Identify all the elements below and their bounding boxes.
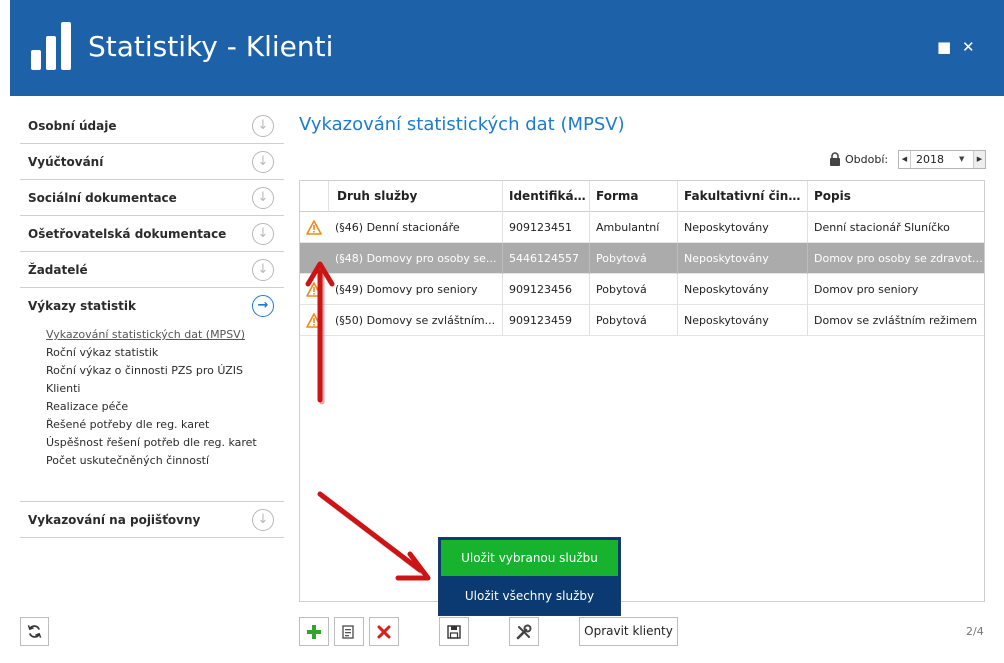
sidebar-item-zadatele[interactable]: Žadatelé ↓ [20,252,284,288]
period-value: 2018 [916,153,944,166]
page-title: Vykazování statistických dat (MPSV) [299,114,625,135]
table-header-row: Druh služby Identifikátor Forma Fakultat… [300,181,984,212]
sidebar-item-vykazovani-pojistovny[interactable]: Vykazování na pojišťovny ↓ [20,502,284,538]
plus-icon [307,625,321,639]
cell-identifikator: 909123459 [503,305,590,336]
chevron-down-icon[interactable]: ▼ [959,155,964,163]
sidebar-item-label: Ošetřovatelská dokumentace [28,227,227,241]
cell-popis: Domov se zvláštním režimem [814,314,978,327]
cell-popis: Domov pro seniory [814,283,919,296]
period-select[interactable]: ◀ 2018 ▼ ▶ [898,150,986,169]
sidebar: Osobní údaje ↓ Vyúčtování ↓ Sociální dok… [20,108,284,538]
sidebar-item-vykazy-statistik[interactable]: Výkazy statistik → [20,288,284,324]
sub-item-uspesnost-reseni[interactable]: Úspěšnost řešení potřeb dle reg. karet [46,434,284,452]
delete-button[interactable] [369,617,399,646]
cell-druh-sluzby: (§50) Domovy se zvláštním... [329,305,503,336]
cell-popis: Denní stacionář Sluníčko [814,221,950,234]
sidebar-item-label: Výkazy statistik [28,299,136,313]
column-header-fakultativni[interactable]: Fakultativní činnosti [678,181,808,212]
sidebar-item-label: Vykazování na pojišťovny [28,513,201,527]
sidebar-item-label: Osobní údaje [28,119,117,133]
cell-fakultativni: Neposkytovány [678,274,808,305]
cell-druh-sluzby: (§49) Domovy pro seniory [329,274,503,305]
cell-forma: Pobytová [590,274,678,305]
wrench-screwdriver-icon [516,624,532,640]
sub-item-vykazovani-mpsv[interactable]: Vykazování statistických dat (MPSV) [46,326,284,344]
maximize-button[interactable]: ■ [937,38,951,56]
sub-item-resene-potreby[interactable]: Řešené potřeby dle reg. karet [46,416,284,434]
warning-icon [306,313,322,328]
warning-icon [306,282,322,297]
cell-forma: Pobytová [590,305,678,336]
sub-item-realizace-pece[interactable]: Realizace péče [46,398,284,416]
warning-icon [306,220,322,235]
add-button[interactable] [299,617,329,646]
lock-icon [830,152,840,166]
sub-item-pocet-cinnosti[interactable]: Počet uskutečněných činností [46,452,284,470]
prev-year-icon[interactable]: ◀ [899,151,911,168]
save-button[interactable] [439,617,469,646]
cell-fakultativni: Neposkytovány [678,212,808,243]
table-row[interactable]: (§50) Domovy se zvláštním... 909123459 P… [300,305,984,336]
column-header-druh-sluzby[interactable]: Druh služby [329,181,503,212]
arrow-down-circle-icon: ↓ [252,151,274,173]
sidebar-item-osetrovatelska-dokumentace[interactable]: Ošetřovatelská dokumentace ↓ [20,216,284,252]
arrow-down-circle-icon: ↓ [252,115,274,137]
sub-item-rocni-vykaz-uzis[interactable]: Roční výkaz o činnosti PZS pro ÚZIS [46,362,284,380]
sidebar-item-label: Sociální dokumentace [28,191,177,205]
cell-druh-sluzby: (§46) Denní stacionáře [329,212,503,243]
cell-druh-sluzby: (§48) Domovy pro osoby se... [329,243,503,274]
statistics-logo-icon [31,22,73,70]
next-year-icon[interactable]: ▶ [973,151,985,168]
fix-clients-button[interactable]: Opravit klienty [579,617,678,646]
title-bar: Statistiky - Klienti ■ ✕ [10,0,1004,96]
sidebar-sub-list: Vykazování statistických dat (MPSV) Ročn… [20,324,284,502]
table-row-selected[interactable]: (§48) Domovy pro osoby se... 5446124557 … [300,243,984,274]
sidebar-item-label: Žadatelé [28,263,88,277]
cell-fakultativni: Neposkytovány [678,305,808,336]
save-options-popup: Uložit vybranou službu Uložit všechny sl… [438,537,621,616]
arrow-down-circle-icon: ↓ [252,259,274,281]
sidebar-item-label: Vyúčtování [28,155,104,169]
edit-button[interactable] [334,617,364,646]
services-table: Druh služby Identifikátor Forma Fakultat… [299,180,985,602]
column-header-popis[interactable]: Popis [808,181,984,212]
sidebar-item-osobni-udaje[interactable]: Osobní údaje ↓ [20,108,284,144]
refresh-button[interactable] [20,617,49,646]
arrow-down-circle-icon: ↓ [252,223,274,245]
sidebar-item-vyuctovani[interactable]: Vyúčtování ↓ [20,144,284,180]
arrow-down-circle-icon: ↓ [252,509,274,531]
column-header-forma[interactable]: Forma [590,181,678,212]
cell-popis: Domov pro osoby se zdravotním... [814,252,984,265]
sub-item-rocni-vykaz[interactable]: Roční výkaz statistik [46,344,284,362]
sidebar-item-socialni-dokumentace[interactable]: Sociální dokumentace ↓ [20,180,284,216]
table-row[interactable]: (§46) Denní stacionáře 909123451 Ambulan… [300,212,984,243]
save-selected-service-option[interactable]: Uložit vybranou službu [441,540,618,576]
window-title: Statistiky - Klienti [88,30,334,63]
save-floppy-icon [447,625,461,639]
column-header-identifikator[interactable]: Identifikátor [503,181,590,212]
tools-button[interactable] [509,617,539,646]
sub-item-klienti[interactable]: Klienti [46,380,284,398]
period-label: Období: [845,153,889,166]
cell-forma: Pobytová [590,243,678,274]
close-button[interactable]: ✕ [962,38,975,56]
arrow-down-circle-icon: ↓ [252,187,274,209]
column-header-status [300,181,329,212]
cell-identifikator: 909123456 [503,274,590,305]
cell-fakultativni: Neposkytovány [678,243,808,274]
cell-identifikator: 909123451 [503,212,590,243]
page-indicator: 2/4 [966,625,984,638]
cell-forma: Ambulantní [590,212,678,243]
refresh-icon [27,625,42,638]
app-window: Statistiky - Klienti ■ ✕ Osobní údaje ↓ … [0,0,1004,663]
document-edit-icon [342,625,354,639]
save-all-services-option[interactable]: Uložit všechny služby [441,578,618,614]
table-row[interactable]: (§49) Domovy pro seniory 909123456 Pobyt… [300,274,984,305]
arrow-right-circle-icon: → [252,295,274,317]
cell-identifikator: 5446124557 [503,243,590,274]
delete-x-icon [377,625,391,639]
